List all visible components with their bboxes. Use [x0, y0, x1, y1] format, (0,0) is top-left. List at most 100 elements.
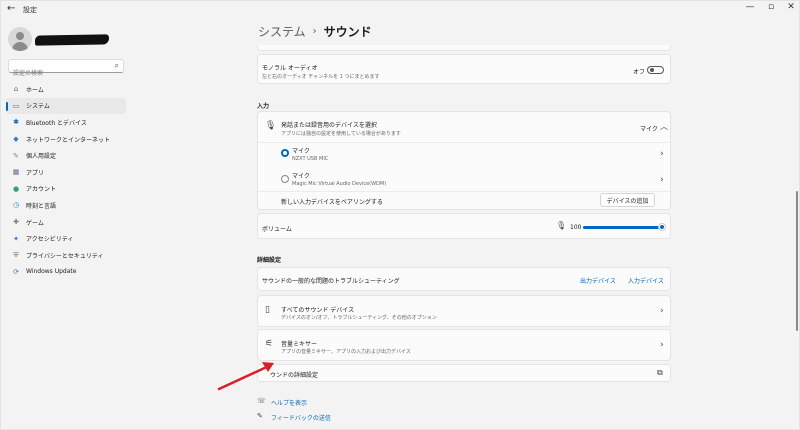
- title-bar: ← 設定 — ▫ ✕: [1, 1, 799, 19]
- gaming-icon: ✚: [13, 218, 19, 227]
- sidebar-item[interactable]: ▭ システム: [6, 97, 126, 115]
- mono-audio-state: オフ: [633, 69, 646, 76]
- input-device-name: マイク: [292, 173, 310, 180]
- sidebar-item[interactable]: ◆ ネットワークとインターネット: [6, 131, 126, 148]
- sidebar-item[interactable]: ✱ Bluetooth とデバイス: [6, 114, 126, 131]
- system-icon: ▭: [12, 101, 20, 110]
- input-device-row-1[interactable]: マイク NZXT USB MIC ›: [258, 143, 670, 167]
- accounts-icon: ●: [12, 184, 20, 193]
- search-icon[interactable]: ⌕: [115, 61, 119, 71]
- speaker-device-icon: ▯: [265, 305, 270, 315]
- bluetooth-icon: ✱: [13, 118, 19, 127]
- volume-mixer-desc: アプリの音量ミキサー、アプリの入力および出力デバイス: [281, 349, 411, 355]
- troubleshoot-input-link[interactable]: 入力デバイス: [628, 276, 664, 285]
- network-icon: ◆: [13, 135, 19, 144]
- sidebar-item[interactable]: ⌂ ホーム: [6, 81, 126, 98]
- sidebar-item-label: アクセシビリティ: [26, 236, 74, 244]
- volume-value: 100: [570, 224, 582, 231]
- radio-selected[interactable]: [281, 149, 289, 157]
- troubleshoot-card: サウンドの一般的な問題のトラブルシューティング 出力デバイス 入力デバイス: [257, 267, 671, 291]
- sidebar-item-label: Bluetooth とデバイス: [26, 119, 87, 127]
- input-card: 🎙 発話または録音用のデバイスを選択 アプリには独自の設定を使用している場合があ…: [257, 111, 671, 210]
- chevron-right-icon[interactable]: ›: [660, 340, 664, 350]
- chevron-right-icon[interactable]: ›: [660, 175, 664, 185]
- window-title: 設定: [23, 6, 37, 14]
- volume-label: ボリューム: [262, 226, 292, 233]
- page-title: サウンド: [323, 25, 372, 39]
- sidebar-item-label: ネットワークとインターネット: [26, 136, 111, 144]
- chevron-right-icon[interactable]: ›: [660, 306, 664, 316]
- input-device-model: Magic Mic Virtual Audio Device(WDM): [292, 181, 387, 187]
- input-device-name: マイク: [292, 148, 310, 155]
- search-input[interactable]: [9, 67, 109, 80]
- chevron-right-icon[interactable]: ›: [660, 149, 664, 159]
- mixer-icon: ⚟: [265, 339, 274, 349]
- avatar[interactable]: [8, 27, 32, 51]
- sidebar-item[interactable]: ⛨ プライバシーとセキュリティ: [6, 247, 126, 264]
- feedback-icon: ✎: [257, 412, 263, 420]
- sidebar-item-label: アカウント: [26, 186, 57, 194]
- close-button[interactable]: ✕: [784, 2, 798, 12]
- minimize-button[interactable]: —: [743, 2, 757, 12]
- breadcrumb-parent[interactable]: システム: [258, 23, 306, 40]
- mono-audio-toggle[interactable]: [647, 66, 664, 74]
- chevron-up-icon[interactable]: ︿: [660, 121, 668, 132]
- input-chooser-desc: アプリには独自の設定を使用している場合があります: [281, 131, 401, 137]
- accessibility-icon: ✦: [13, 234, 19, 243]
- sidebar-item-label: ゲーム: [26, 219, 44, 227]
- add-device-button[interactable]: デバイスの追加: [600, 193, 655, 207]
- scrollbar[interactable]: [796, 191, 798, 331]
- sidebar-item-label: システム: [26, 103, 50, 111]
- sidebar-item[interactable]: ▦ アプリ: [6, 164, 126, 181]
- sidebar-item-label: 個人用設定: [26, 153, 57, 161]
- volume-slider-thumb[interactable]: [659, 224, 665, 230]
- sidebar-item[interactable]: ● アカウント: [6, 181, 126, 198]
- windows-update-icon: ⟳: [13, 267, 19, 276]
- sidebar-item-label: アプリ: [26, 169, 45, 177]
- get-help-link[interactable]: ヘルプを表示: [271, 398, 307, 407]
- volume-slider-fill: [583, 226, 662, 229]
- sidebar-item-label: ホーム: [26, 86, 44, 94]
- radio-unselected[interactable]: [281, 175, 289, 183]
- sidebar-item[interactable]: ⟳ Windows Update: [6, 264, 126, 281]
- maximize-button[interactable]: ▫: [764, 2, 778, 12]
- sidebar-item-label: 時刻と言語: [26, 202, 57, 210]
- troubleshoot-label: サウンドの一般的な問題のトラブルシューティング: [262, 278, 400, 285]
- main-content: システム › サウンド モノラル オーディオ 左と右のオーディオ チャンネルを …: [131, 19, 799, 429]
- microphone-icon: 🎙: [556, 221, 567, 230]
- input-device-model: NZXT USB MIC: [292, 156, 329, 162]
- volume-slider[interactable]: [583, 224, 665, 230]
- more-sound-settings-label: ウンドの詳細設定: [270, 372, 319, 379]
- sidebar-item-label: Windows Update: [26, 268, 77, 276]
- all-sound-devices-card[interactable]: ▯ すべてのサウンド デバイス デバイスのオン/オフ、トラブルシューティング、そ…: [257, 295, 671, 327]
- home-icon: ⌂: [13, 85, 19, 94]
- sidebar-item[interactable]: ◷ 時刻と言語: [6, 197, 126, 214]
- previous-card-edge: [257, 45, 671, 51]
- send-feedback-link[interactable]: フィードバックの送信: [271, 413, 331, 422]
- microphone-icon: 🎙: [265, 121, 277, 131]
- nav-list: ⌂ ホーム ▭ システム ✱ Bluetooth とデバイス ◆ ネットワークとインターネット…: [6, 81, 126, 280]
- mono-audio-desc: 左と右のオーディオ チャンネルを 1 つにまとめます: [262, 74, 380, 80]
- time-language-icon: ◷: [12, 201, 20, 210]
- redacted-username: [34, 34, 110, 46]
- search-box[interactable]: ⌕: [8, 59, 124, 80]
- all-sound-devices-title: すべてのサウンド デバイス: [281, 307, 355, 314]
- input-device-chooser[interactable]: 🎙 発話または録音用のデバイスを選択 アプリには独自の設定を使用している場合があ…: [258, 112, 670, 142]
- sidebar-item[interactable]: ✚ ゲーム: [6, 214, 126, 231]
- mono-audio-card: モノラル オーディオ 左と右のオーディオ チャンネルを 1 つにまとめます オフ: [257, 54, 671, 84]
- sidebar-item[interactable]: ✦ アクセシビリティ: [6, 230, 126, 247]
- external-link-icon: ⧉: [657, 368, 663, 377]
- pair-input-row: 新しい入力デバイスをペアリングする デバイスの追加: [258, 192, 670, 210]
- more-sound-settings-card[interactable]: ウンドの詳細設定 ⧉: [257, 364, 671, 382]
- advanced-section-title: 詳細設定: [257, 257, 282, 264]
- sidebar-item[interactable]: ✎ 個人用設定: [6, 147, 126, 164]
- breadcrumb: システム › サウンド: [258, 23, 372, 40]
- privacy-icon: ⛨: [13, 251, 19, 260]
- personalization-icon: ✎: [13, 151, 19, 160]
- input-device-row-2[interactable]: マイク Magic Mic Virtual Audio Device(WDM) …: [258, 167, 670, 191]
- mono-audio-title: モノラル オーディオ: [262, 65, 318, 72]
- troubleshoot-output-link[interactable]: 出力デバイス: [580, 276, 616, 285]
- back-arrow-icon[interactable]: ←: [7, 3, 15, 14]
- volume-mixer-card[interactable]: ⚟ 音量ミキサー アプリの音量ミキサー、アプリの入力および出力デバイス ›: [257, 329, 671, 361]
- apps-icon: ▦: [12, 168, 20, 177]
